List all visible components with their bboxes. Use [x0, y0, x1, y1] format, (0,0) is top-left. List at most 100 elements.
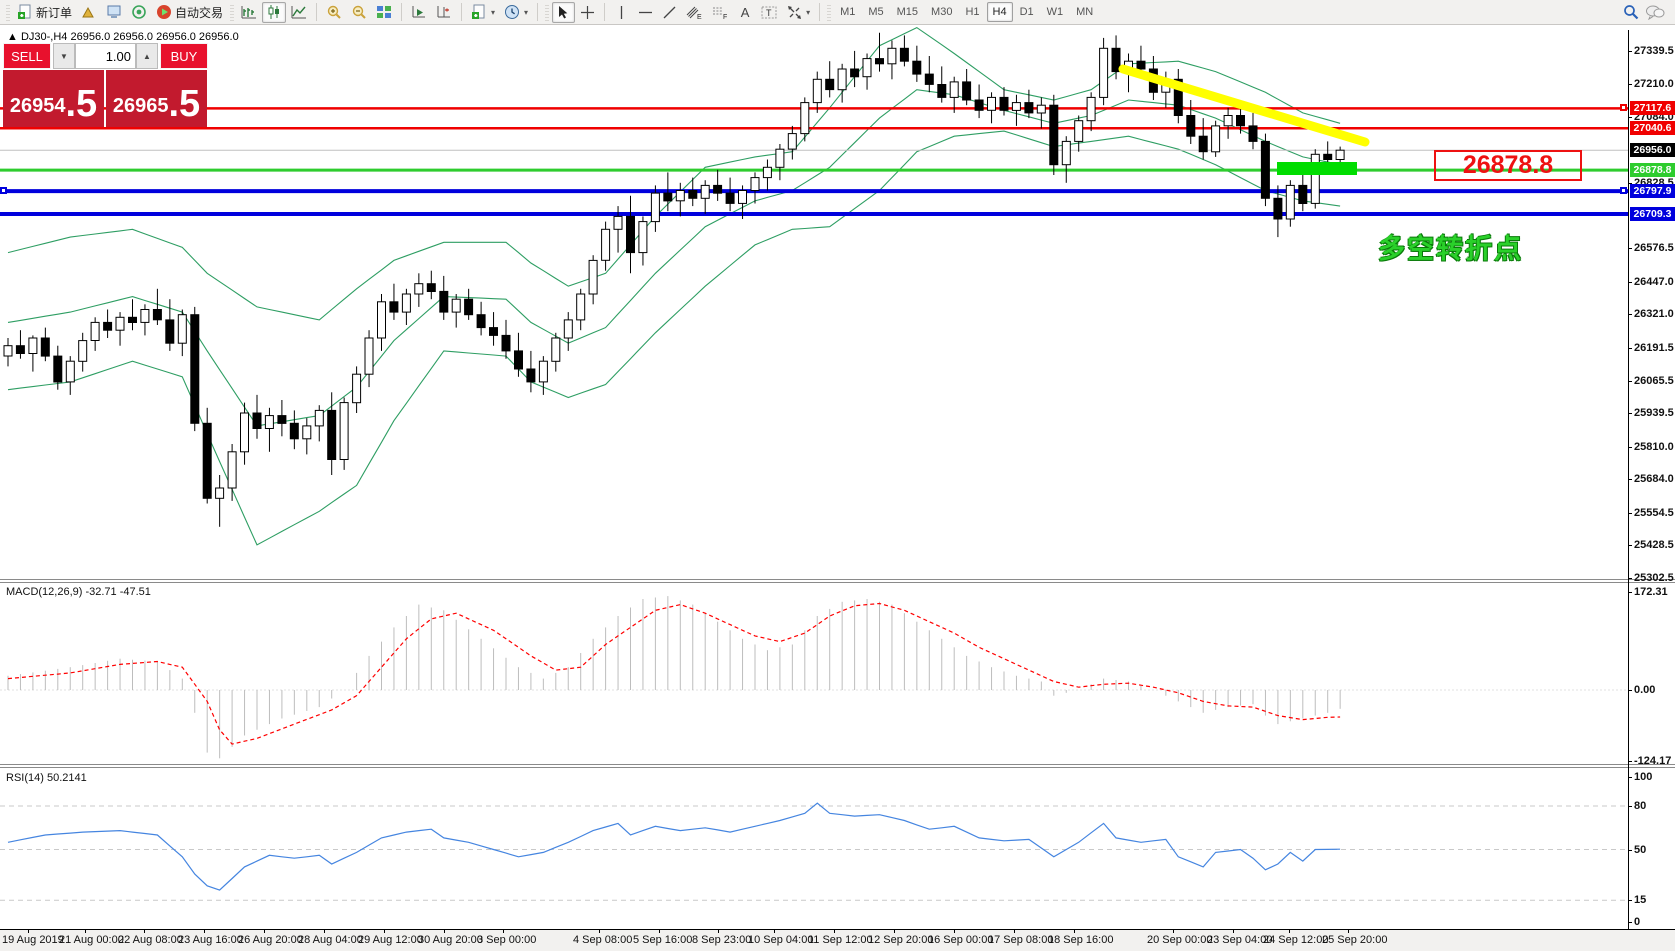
time-tick-label: 3 Sep 00:00: [477, 934, 536, 946]
cursor-tool-button[interactable]: [552, 2, 575, 23]
level-price-tag: 26878.8: [1630, 163, 1675, 177]
price-tick-label: 25810.0: [1634, 441, 1674, 453]
price-tick-label: 25554.5: [1634, 507, 1674, 519]
periods-caret: ▾: [524, 8, 528, 17]
auto-trading-label: 自动交易: [175, 4, 223, 21]
periods-button[interactable]: ▾: [500, 2, 532, 23]
timeframe-M5[interactable]: M5: [862, 2, 889, 22]
new-order-icon: [17, 4, 33, 20]
chart-canvas[interactable]: [0, 25, 1675, 935]
collapse-triangle-icon[interactable]: ▲: [7, 31, 21, 43]
crosshair-tool-button[interactable]: [576, 2, 599, 23]
chart-area[interactable]: ▲ DJ30-,H4 26956.0 26956.0 26956.0 26956…: [0, 25, 1675, 930]
time-tick-label: 12 Sep 20:00: [868, 934, 933, 946]
time-tick-label: 26 Aug 20:00: [238, 934, 303, 946]
chart-svg[interactable]: [0, 25, 1675, 930]
indicators-caret: ▾: [491, 8, 495, 17]
rsi-tick-label: 0: [1634, 916, 1640, 928]
toolbar-grip-2[interactable]: [230, 3, 234, 21]
note-annotation-text[interactable]: 多空转折点: [1378, 227, 1523, 266]
toolbar-grip[interactable]: [6, 3, 10, 21]
time-tick-label: 10 Sep 04:00: [748, 934, 813, 946]
time-axis[interactable]: 19 Aug 201921 Aug 00:0022 Aug 08:0023 Au…: [0, 929, 1675, 951]
timeframe-M30[interactable]: M30: [925, 2, 958, 22]
sell-button[interactable]: SELL: [3, 43, 51, 69]
channel-tool[interactable]: E: [682, 2, 707, 23]
bar-chart-icon: [241, 4, 257, 20]
signals-icon: [131, 4, 147, 20]
line-chart-button[interactable]: [287, 2, 311, 23]
indicators-icon: [471, 4, 487, 20]
toolbar-grip-4[interactable]: [827, 3, 831, 21]
timeframe-D1[interactable]: D1: [1014, 2, 1040, 22]
bar-chart-button[interactable]: [237, 2, 261, 23]
time-tick-label: 17 Sep 08:00: [988, 934, 1053, 946]
current-price-tag: 26956.0: [1630, 143, 1675, 157]
timeframe-M15[interactable]: M15: [891, 2, 924, 22]
level-price-tag: 26797.9: [1630, 184, 1675, 198]
text-tool[interactable]: A: [734, 2, 756, 23]
price-annotation-box[interactable]: 26878.8: [1434, 150, 1582, 181]
search-icon[interactable]: [1623, 4, 1639, 20]
macd-pane-divider[interactable]: [0, 579, 1675, 583]
label-tool[interactable]: T: [757, 2, 782, 23]
new-order-label: 新订单: [36, 4, 72, 21]
new-order-button[interactable]: 新订单: [13, 2, 76, 23]
timeframe-H4[interactable]: H4: [987, 2, 1013, 22]
trendline-tool[interactable]: [658, 2, 681, 23]
time-tick-label: 25 Sep 20:00: [1322, 934, 1387, 946]
time-tick-label: 21 Aug 00:00: [59, 934, 124, 946]
timeframe-W1[interactable]: W1: [1041, 2, 1070, 22]
zoom-in-button[interactable]: [322, 2, 346, 23]
arrows-tool[interactable]: ▾: [783, 2, 814, 23]
timeframe-MN[interactable]: MN: [1070, 2, 1099, 22]
tile-windows-icon: [376, 4, 392, 20]
time-tick-label: 11 Sep 12:00: [808, 934, 873, 946]
indicators-button[interactable]: ▾: [467, 2, 499, 23]
volume-up-button[interactable]: ▲: [136, 43, 158, 69]
timeframe-M1[interactable]: M1: [834, 2, 861, 22]
line-drag-handle[interactable]: [1620, 187, 1627, 194]
volume-down-button[interactable]: ▼: [53, 43, 75, 69]
timeframe-H1[interactable]: H1: [959, 2, 985, 22]
tile-windows-button[interactable]: [372, 2, 396, 23]
time-tick-label: 24 Sep 12:00: [1263, 934, 1328, 946]
line-drag-handle[interactable]: [1620, 104, 1627, 111]
timeframe-group: M1M5M15M30H1H4D1W1MN: [834, 2, 1099, 22]
signals-button[interactable]: [127, 2, 151, 23]
chart-shift-button[interactable]: [432, 2, 456, 23]
auto-trading-button[interactable]: 自动交易: [152, 2, 227, 23]
horizontal-line-tool[interactable]: [634, 2, 657, 23]
time-tick-label: 28 Aug 04:00: [298, 934, 363, 946]
toolbar-grip-3[interactable]: [545, 3, 549, 21]
vertical-line-tool[interactable]: [610, 2, 633, 23]
level-price-tag: 26709.3: [1630, 207, 1675, 221]
label-tool-icon: T: [761, 5, 778, 20]
macd-label: MACD(12,26,9) -32.71 -47.51: [6, 586, 151, 598]
buy-button[interactable]: BUY: [160, 43, 208, 69]
candlestick-chart-button[interactable]: [262, 2, 286, 23]
terminal-button[interactable]: [102, 2, 126, 23]
symbol-ohlc-text: DJ30-,H4 26956.0 26956.0 26956.0 26956.0: [21, 31, 239, 43]
rsi-tick-label: 100: [1634, 771, 1652, 783]
buy-price-display[interactable]: 26965.5: [106, 70, 207, 127]
arrows-caret: ▾: [806, 8, 810, 17]
fibonacci-tool[interactable]: F: [708, 2, 733, 23]
zoom-out-button[interactable]: [347, 2, 371, 23]
terminal-icon: [106, 4, 122, 20]
sell-price-display[interactable]: 26954.5: [3, 70, 104, 127]
market-watch-button[interactable]: [77, 2, 101, 23]
svg-text:F: F: [723, 14, 727, 20]
line-drag-handle[interactable]: [0, 187, 7, 194]
auto-trading-icon: [156, 4, 172, 20]
horizontal-line-icon: [638, 5, 653, 20]
price-tick-label: 26065.5: [1634, 375, 1674, 387]
chat-icon[interactable]: [1645, 4, 1665, 20]
rsi-pane-divider[interactable]: [0, 764, 1675, 768]
price-tick-label: 26576.5: [1634, 242, 1674, 254]
price-tick-label: 26191.5: [1634, 342, 1674, 354]
vertical-line-icon: [614, 5, 629, 20]
volume-input[interactable]: [75, 43, 136, 69]
green-highlight-zone[interactable]: [1277, 162, 1357, 175]
auto-scroll-button[interactable]: [407, 2, 431, 23]
